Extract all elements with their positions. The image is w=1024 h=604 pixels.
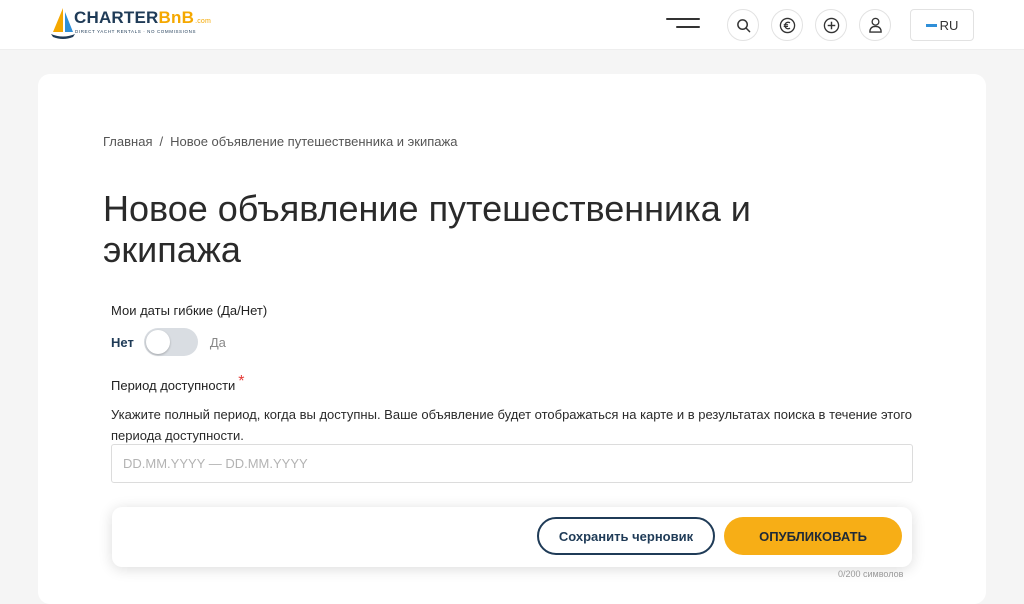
euro-icon <box>779 17 795 33</box>
flexible-dates-toggle-row: Нет Да <box>111 328 226 356</box>
sailboat-logo-icon <box>51 8 75 39</box>
bottom-action-bar: Сохранить черновик ОПУБЛИКОВАТЬ <box>112 507 912 567</box>
breadcrumb-home-link[interactable]: Главная <box>103 134 152 149</box>
language-selector[interactable]: RU <box>910 9 974 41</box>
character-counter: 0/200 символов <box>838 569 904 579</box>
account-button[interactable] <box>859 9 891 41</box>
charterbnb-logo[interactable]: CHARTERBnB.com DIRECT YACHT RENTALS · NO… <box>50 6 212 42</box>
toggle-off-label: Нет <box>111 334 134 350</box>
flexible-dates-label: Мои даты гибкие (Да/Нет) <box>111 303 268 318</box>
search-button[interactable] <box>727 9 759 41</box>
page-title: Новое объявление путешественника и экипа… <box>103 188 751 270</box>
save-draft-button[interactable]: Сохранить черновик <box>537 517 715 555</box>
breadcrumb-separator: / <box>159 134 164 149</box>
logo-tagline: DIRECT YACHT RENTALS · NO COMMISSIONS <box>75 29 197 34</box>
toggle-knob <box>145 330 170 354</box>
menu-icon[interactable] <box>666 15 700 33</box>
toggle-on-label: Да <box>209 334 226 350</box>
add-listing-button[interactable] <box>815 9 847 41</box>
required-mark: * <box>238 373 245 390</box>
availability-label-text: Период доступности <box>111 378 236 393</box>
availability-period-label: Период доступности * <box>111 373 245 395</box>
breadcrumb: Главная / Новое объявление путешественника… <box>103 134 457 149</box>
availability-help-text: Укажите полный период, когда вы доступны… <box>111 407 913 443</box>
language-label: RU <box>939 17 959 33</box>
breadcrumb-current: Новое объявление путешественника и экипа… <box>170 134 458 149</box>
russian-flag-icon <box>925 23 937 27</box>
top-header: CHARTERBnB.com DIRECT YACHT RENTALS · NO… <box>0 0 1024 50</box>
user-icon <box>868 17 882 33</box>
publish-button[interactable]: ОПУБЛИКОВАТЬ <box>724 517 902 555</box>
flexible-dates-toggle[interactable] <box>143 328 198 356</box>
logo-wordmark: CHARTERBnB.com <box>74 8 212 27</box>
currency-button[interactable] <box>771 9 803 41</box>
search-icon <box>736 18 750 32</box>
availability-date-range-input[interactable] <box>111 444 913 483</box>
plus-icon <box>823 17 839 33</box>
